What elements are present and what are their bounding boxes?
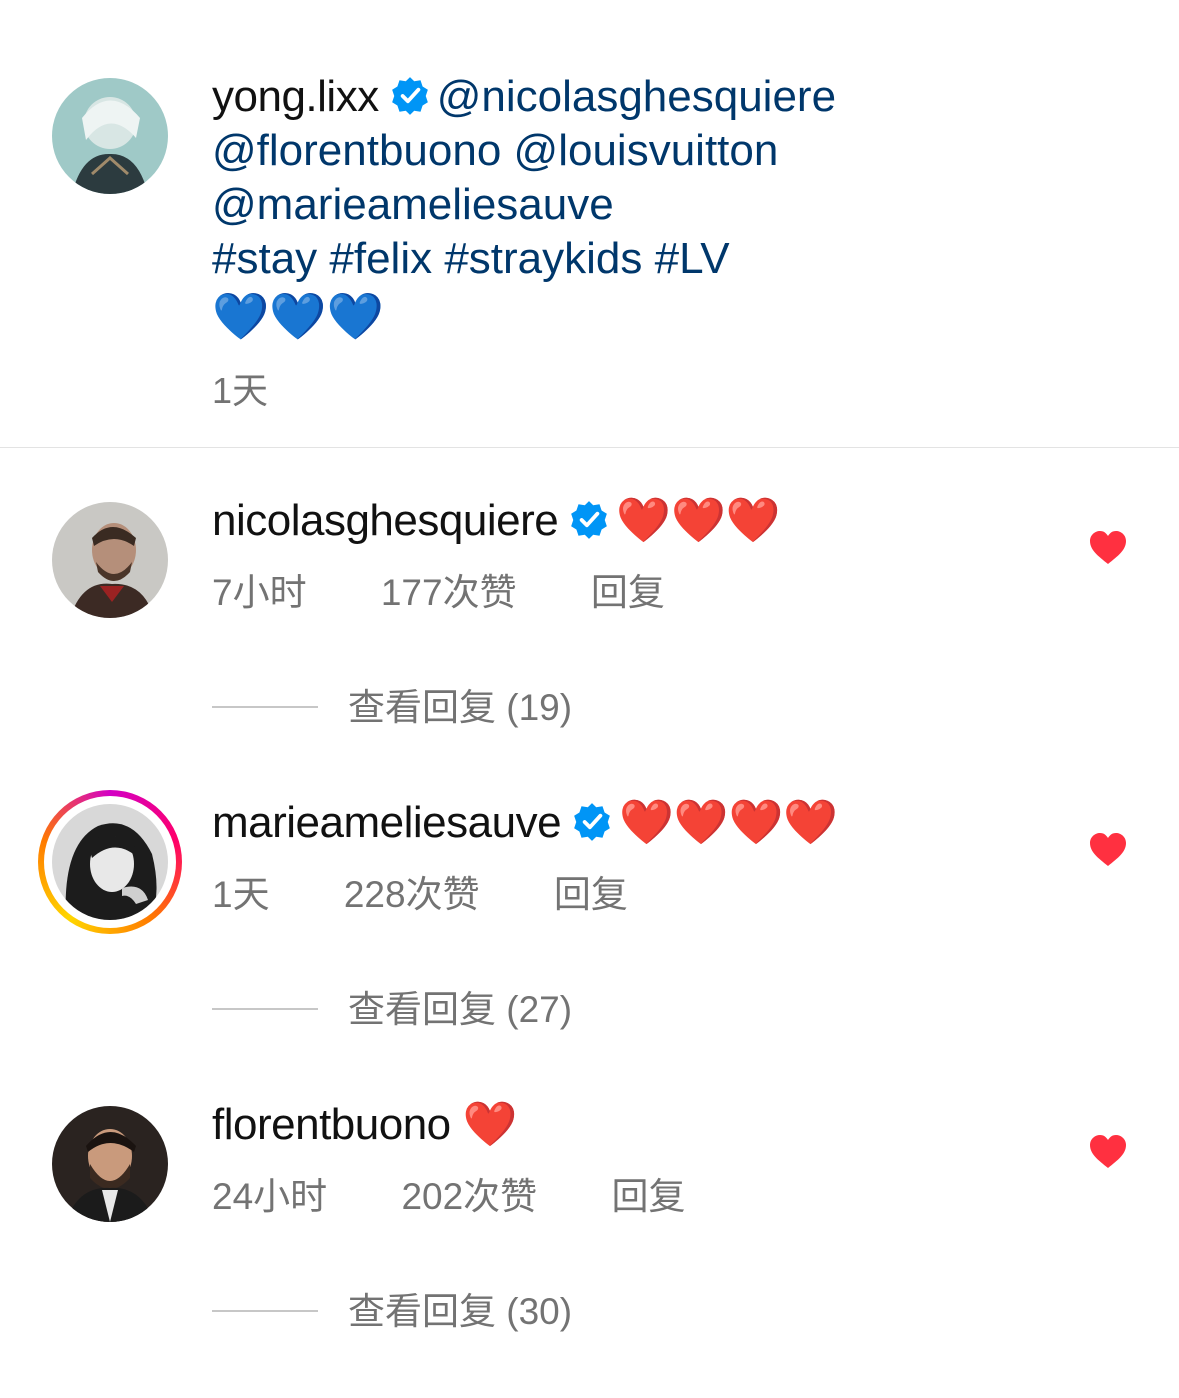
reply-button[interactable]: 回复 bbox=[591, 562, 665, 616]
reply-button[interactable]: 回复 bbox=[611, 1166, 685, 1220]
comment-like-count[interactable]: 202次赞 bbox=[401, 1166, 537, 1220]
view-replies-label: 查看回复 (30) bbox=[348, 1291, 573, 1332]
comment-username[interactable]: nicolasghesquiere bbox=[212, 496, 559, 545]
mention-link[interactable]: @florentbuono bbox=[212, 126, 501, 175]
comment-item: marieameliesauve ❤️❤️❤️❤️ 1天 228次赞 回复 查看… bbox=[0, 790, 1179, 1096]
replies-divider-line bbox=[212, 1008, 318, 1010]
comment-username[interactable]: florentbuono bbox=[212, 1100, 451, 1149]
view-replies-button[interactable]: 查看回复 (27) bbox=[212, 979, 572, 1030]
mention-link[interactable]: @louisvuitton bbox=[514, 126, 779, 175]
caption-author-avatar[interactable] bbox=[52, 78, 168, 194]
comment-like-count[interactable]: 177次赞 bbox=[381, 562, 517, 616]
reply-button[interactable]: 回复 bbox=[554, 864, 628, 918]
like-heart-icon[interactable] bbox=[1088, 832, 1128, 868]
comment-header: florentbuono ❤️ bbox=[212, 1098, 518, 1152]
caption-timestamp: 1天 bbox=[212, 370, 269, 411]
comment-username[interactable]: marieameliesauve bbox=[212, 798, 562, 847]
commenter-avatar[interactable] bbox=[52, 1106, 168, 1222]
comment-item: florentbuono ❤️ 24小时 202次赞 回复 查看回复 (30) bbox=[0, 1098, 1179, 1398]
verified-badge-icon bbox=[571, 501, 608, 539]
like-heart-icon[interactable] bbox=[1088, 1134, 1128, 1170]
comment-timestamp: 7小时 bbox=[212, 572, 307, 613]
comment-header: marieameliesauve ❤️❤️❤️❤️ bbox=[212, 796, 838, 850]
comment-timestamp: 24小时 bbox=[212, 1176, 328, 1217]
blue-hearts-emoji: 💙💙💙 bbox=[212, 290, 384, 342]
comment-text: ❤️❤️❤️❤️ bbox=[619, 798, 839, 847]
verified-badge-icon bbox=[574, 803, 610, 841]
view-replies-button[interactable]: 查看回复 (19) bbox=[212, 677, 572, 728]
replies-divider-line bbox=[212, 1310, 318, 1312]
commenter-avatar[interactable] bbox=[52, 804, 168, 920]
comment-meta: 7小时 177次赞 回复 bbox=[212, 562, 665, 616]
view-replies-button[interactable]: 查看回复 (30) bbox=[212, 1281, 572, 1332]
comment-like-count[interactable]: 228次赞 bbox=[344, 864, 480, 918]
commenter-avatar[interactable] bbox=[52, 502, 168, 618]
comment-meta: 1天 228次赞 回复 bbox=[212, 864, 628, 918]
mention-link[interactable]: @marieameliesauve bbox=[212, 180, 614, 229]
comment-meta: 24小时 202次赞 回复 bbox=[212, 1166, 685, 1220]
view-replies-label: 查看回复 (19) bbox=[348, 687, 573, 728]
caption-text: yong.lixx @nicolasghesquiere @florentbuo… bbox=[212, 70, 1112, 344]
hashtags[interactable]: #stay #felix #straykids #LV bbox=[212, 234, 730, 283]
replies-divider-line bbox=[212, 706, 318, 708]
verified-badge-icon bbox=[391, 77, 428, 115]
caption-username[interactable]: yong.lixx bbox=[212, 72, 379, 121]
like-heart-icon[interactable] bbox=[1088, 530, 1128, 566]
comment-item: nicolasghesquiere ❤️❤️❤️ 7小时 177次赞 回复 查看… bbox=[0, 494, 1179, 794]
comment-header: nicolasghesquiere ❤️❤️❤️ bbox=[212, 494, 781, 548]
divider bbox=[0, 447, 1179, 448]
comment-timestamp: 1天 bbox=[212, 874, 270, 915]
comment-text: ❤️❤️❤️ bbox=[616, 496, 781, 545]
comment-text: ❤️ bbox=[462, 1100, 518, 1149]
view-replies-label: 查看回复 (27) bbox=[348, 989, 573, 1030]
mention-link[interactable]: @nicolasghesquiere bbox=[437, 72, 836, 121]
post-caption: yong.lixx @nicolasghesquiere @florentbuo… bbox=[0, 0, 1179, 448]
